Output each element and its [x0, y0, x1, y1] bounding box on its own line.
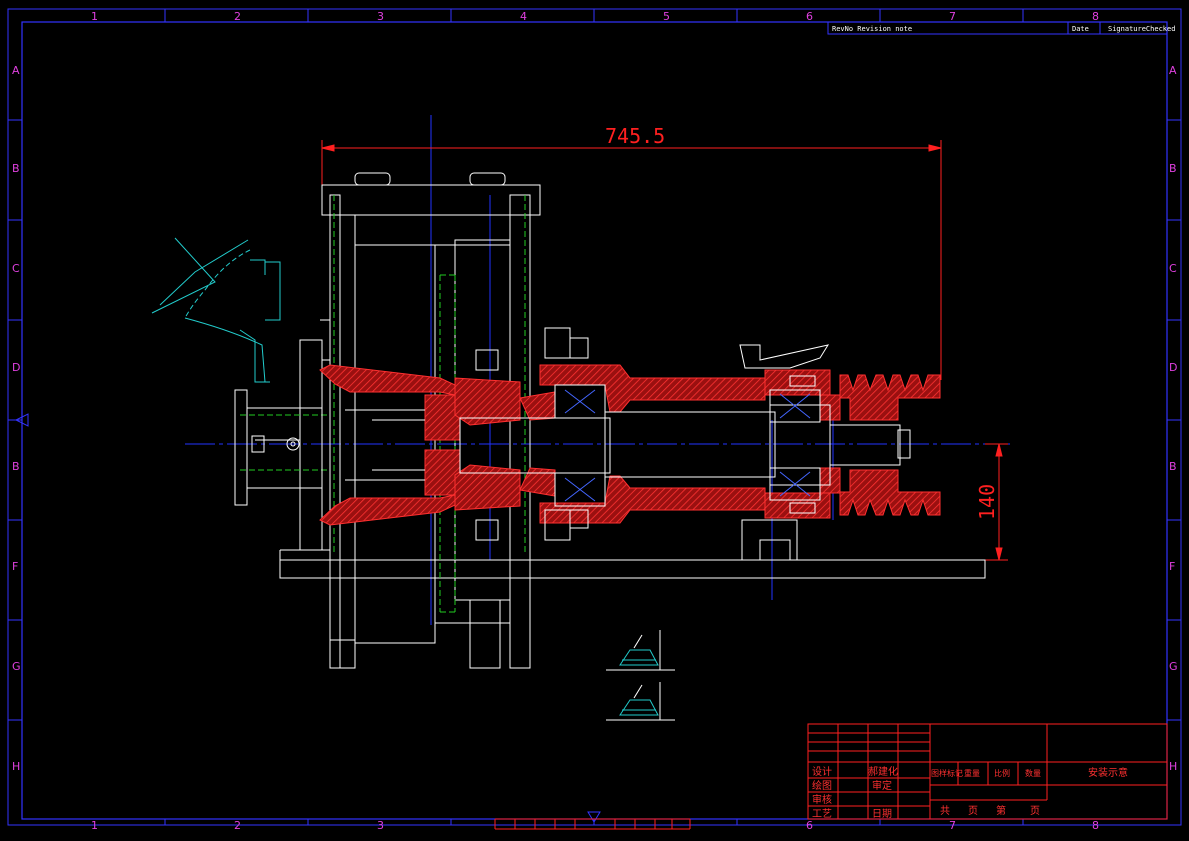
- dimension-overall-length-value: 745.5: [605, 124, 665, 148]
- zone-col-1-bottom: 1: [91, 819, 98, 832]
- zone-row-g: G: [12, 660, 21, 673]
- tb-process-label: 工艺: [812, 808, 832, 820]
- zone-row-c-right: C: [1169, 262, 1177, 275]
- zone-col-3: 3: [377, 10, 384, 23]
- tb-designer-name: 郝建化: [868, 765, 898, 778]
- tb-weight: 重量: [964, 768, 980, 778]
- inlet-flange: [234, 389, 323, 506]
- tb-quantity: 数量: [1025, 768, 1041, 778]
- zone-row-e-right: B: [1169, 460, 1177, 473]
- bearing-left: [554, 384, 606, 507]
- surface-symbol-2: [606, 682, 675, 721]
- zone-row-e: B: [12, 460, 20, 473]
- revision-note-label: RevNo Revision note: [832, 25, 912, 33]
- revision-date-label: Date: [1072, 25, 1089, 33]
- revision-block: RevNo Revision note Date SignatureChecke…: [827, 21, 1175, 35]
- tb-design-label: 设计: [812, 765, 832, 778]
- tb-sheet-unit-2: 页: [1030, 805, 1040, 817]
- zone-col-6: 6: [806, 10, 813, 23]
- zone-col-2-bottom: 2: [234, 819, 241, 832]
- sheet-border: [7, 8, 1182, 830]
- zone-col-4: 4: [520, 10, 527, 23]
- zone-row-h: H: [12, 760, 20, 773]
- tb-total: 共: [940, 805, 950, 817]
- zone-row-f-right: F: [1169, 560, 1175, 573]
- revision-signature-label: SignatureChecked: [1108, 25, 1175, 33]
- zone-row-d-right: D: [1169, 361, 1177, 374]
- dimension-shaft-height-value: 140: [975, 484, 999, 520]
- zone-col-5: 5: [663, 10, 670, 23]
- zone-col-8-bottom: 8: [1092, 819, 1099, 832]
- zone-labels-top: 1 2 3 4 5 6 7 8: [91, 10, 1099, 23]
- zone-row-a-right: A: [1169, 64, 1177, 77]
- tb-drawing-title: 安装示意: [1088, 766, 1128, 779]
- zone-row-b: B: [12, 162, 20, 175]
- zone-col-2: 2: [234, 10, 241, 23]
- tb-approval-label: 审定: [872, 779, 892, 792]
- zone-row-g-right: G: [1169, 660, 1178, 673]
- suction-elbow: [151, 237, 281, 383]
- tb-ratio: 比例: [994, 768, 1010, 778]
- zone-row-a: A: [12, 64, 20, 77]
- tb-stage-mark: 图样标记: [931, 768, 963, 778]
- tb-drawing-label: 绘图: [812, 779, 832, 792]
- tb-review-label: 审核: [812, 793, 832, 806]
- zone-col-6-bottom: 6: [806, 819, 813, 832]
- drawing-sheet: 1 2 3 4 5 6 7 8 1 2 3 6 7 8 A B C D B F …: [7, 8, 1182, 832]
- zone-col-7: 7: [949, 10, 956, 23]
- zone-labels-right: A B C D B F G H: [1169, 64, 1178, 773]
- zone-col-1: 1: [91, 10, 98, 23]
- tb-sheet-unit-1: 页: [968, 805, 978, 817]
- zone-row-b-right: B: [1169, 162, 1177, 175]
- zone-col-7-bottom: 7: [949, 819, 956, 832]
- zone-row-f: F: [12, 560, 18, 573]
- surface-symbol-1: [606, 630, 675, 671]
- zone-row-d: D: [12, 361, 20, 374]
- dimension-overall-length: 745.5: [321, 124, 942, 380]
- zone-col-8: 8: [1092, 10, 1099, 23]
- tb-sheet-label: 第: [996, 804, 1006, 817]
- zone-col-3-bottom: 3: [377, 819, 384, 832]
- section-pulley: [839, 374, 941, 516]
- bearing-right: [769, 389, 821, 501]
- tb-date-label: 日期: [872, 808, 892, 820]
- zone-row-h-right: H: [1169, 760, 1177, 773]
- zone-row-c: C: [12, 262, 20, 275]
- dimension-shaft-height: 140: [975, 443, 1008, 561]
- base-plate: [279, 549, 986, 579]
